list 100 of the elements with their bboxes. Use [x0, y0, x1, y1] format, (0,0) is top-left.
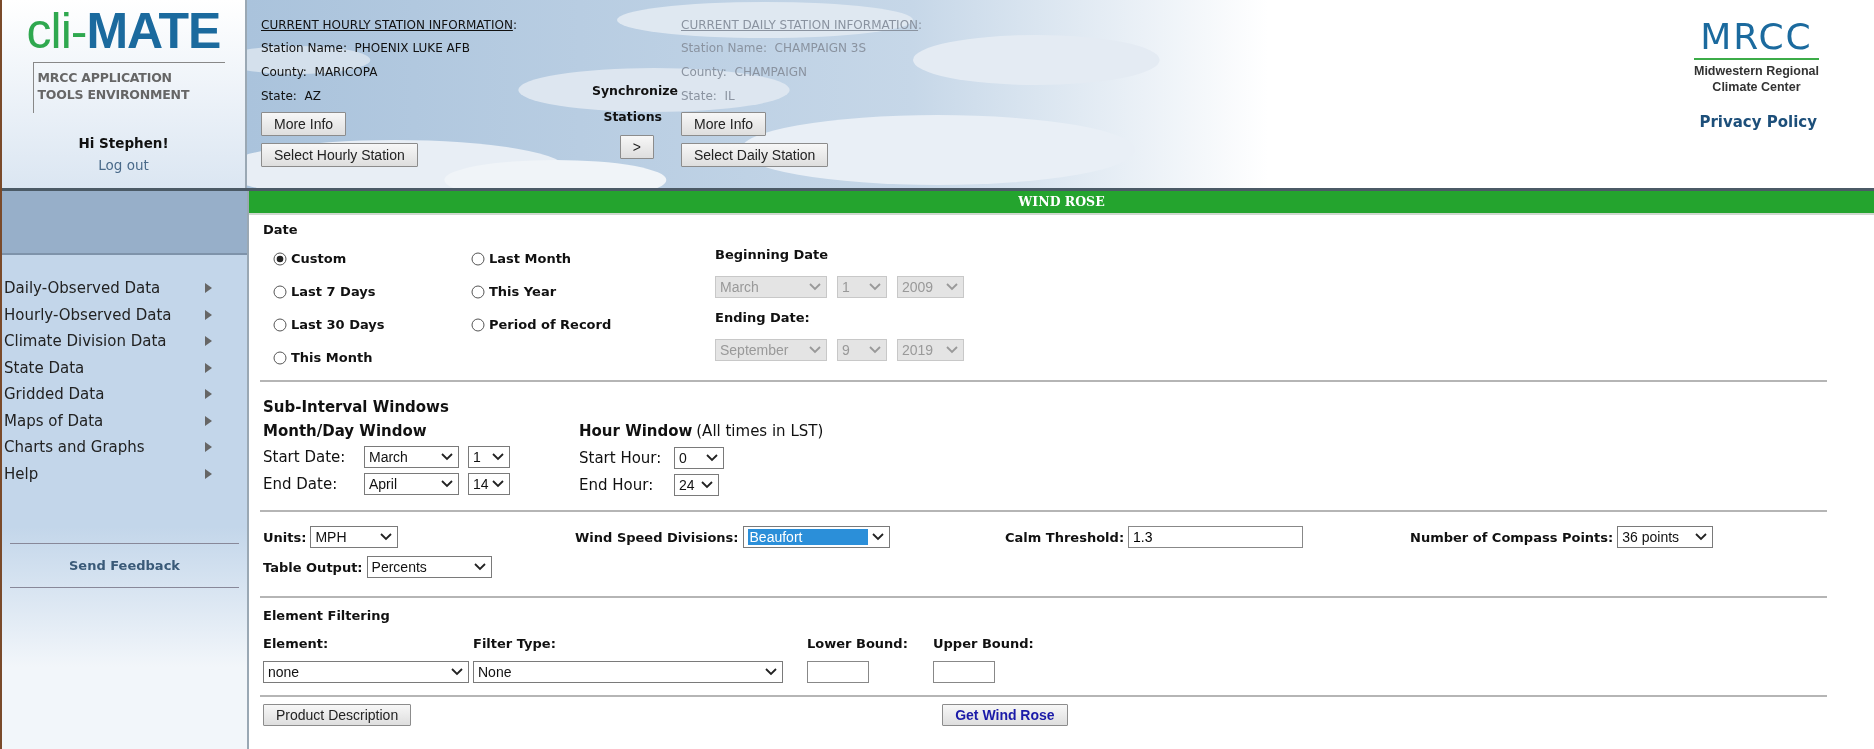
section-heading: Month/Day Window — [263, 421, 428, 442]
chevron-icon — [946, 345, 958, 354]
field-label: Upper Bound: — [933, 636, 1035, 651]
get-wind-rose-button[interactable]: Get Wind Rose — [942, 704, 1068, 726]
chevron-icon — [441, 452, 453, 461]
dropdown[interactable]: 0 — [674, 446, 724, 469]
input-field[interactable]: 1.3 — [1128, 526, 1304, 548]
input-field[interactable] — [933, 661, 995, 683]
field-label: End Hour: — [579, 475, 655, 494]
field-label: Calm Threshold: — [1005, 529, 1125, 545]
menu-item[interactable]: Charts and Graphs — [2, 434, 247, 461]
caret-icon — [205, 442, 212, 453]
radio-option[interactable]: This Year — [471, 275, 715, 308]
chevron-icon — [809, 282, 821, 291]
chevron-icon — [765, 668, 777, 676]
field-label: Beginning Date — [715, 246, 830, 264]
field-label: Number of Compass Points: — [1410, 529, 1614, 545]
chevron-icon — [701, 480, 713, 489]
chevron-icon — [492, 452, 504, 461]
org-logo: MRCC Midwestern Regional Climate Center — [1693, 18, 1819, 95]
section-heading: CURRENT HOURLY STATION INFORMATION: — [261, 17, 518, 34]
field-label: Ending Date: — [715, 309, 811, 327]
chevron-icon — [441, 479, 453, 488]
section-title-bar: WIND ROSE — [249, 191, 1874, 215]
menu-item[interactable]: Maps of Data — [2, 407, 247, 434]
field-label: Units: — [263, 529, 307, 545]
app-subtitle: MRCC APPLICATION TOOLS ENVIRONMENT — [32, 62, 225, 113]
more-info-button[interactable]: More Info — [681, 111, 767, 136]
section-heading: Hour Window — [579, 422, 693, 440]
logo: cli-MATE — [26, 8, 221, 54]
chevron-icon — [380, 533, 393, 541]
dropdown[interactable]: 14 — [468, 472, 510, 495]
menu-item[interactable]: Daily-Observed Data — [2, 275, 247, 302]
field-label: Table Output: — [263, 559, 363, 575]
menu-item[interactable]: Climate Division Data — [2, 328, 247, 355]
more-info-button[interactable]: More Info — [261, 111, 347, 136]
dropdown[interactable]: 24 — [674, 473, 719, 496]
radio-option[interactable]: Last 30 Days — [273, 308, 461, 341]
chevron-icon — [869, 345, 881, 354]
station-field: County: CHAMPAIGN — [681, 60, 1001, 84]
caret-icon — [205, 415, 212, 426]
select-station-button[interactable]: Select Hourly Station — [261, 142, 418, 167]
caret-icon — [205, 283, 212, 294]
dropdown[interactable]: March — [364, 445, 459, 468]
section-heading: Sub-Interval Windows — [263, 397, 450, 418]
caret-icon — [205, 389, 212, 400]
chevron-icon — [809, 345, 821, 354]
station-field: County: MARICOPA — [261, 60, 581, 84]
chevron-icon — [706, 453, 718, 462]
note-text: (All times in LST) — [696, 422, 824, 440]
station-field: State: IL — [681, 84, 1001, 108]
feedback-link[interactable]: Send Feedback — [69, 558, 180, 573]
dropdown[interactable]: Percents — [366, 556, 492, 578]
field-label: Lower Bound: — [807, 636, 909, 651]
chevron-icon — [1695, 533, 1708, 541]
radio-option[interactable]: Last 7 Days — [273, 275, 461, 308]
chevron-icon — [492, 479, 504, 488]
station-field: Station Name: CHAMPAIGN 3S — [681, 36, 1001, 60]
chevron-icon — [871, 533, 884, 541]
dropdown[interactable]: April — [364, 472, 459, 495]
field-label: Wind Speed Divisions: — [575, 529, 739, 545]
chevron-icon — [946, 282, 958, 291]
sync-button[interactable]: > — [619, 135, 654, 159]
product-description-button[interactable]: Product Description — [263, 704, 412, 726]
field-label: End Date: — [263, 474, 339, 493]
caret-icon — [205, 309, 212, 320]
caret-icon — [205, 336, 212, 347]
input-field[interactable] — [807, 661, 869, 683]
logout-link[interactable]: Log out — [98, 157, 149, 173]
greeting: Hi Stephen! — [78, 135, 169, 151]
field-label: Date — [263, 222, 299, 237]
dropdown[interactable]: none — [263, 661, 469, 683]
sync-label: Synchronize Stations — [591, 82, 678, 126]
dropdown[interactable]: None — [473, 661, 783, 683]
field-label: Start Date: — [263, 447, 347, 466]
station-field: Station Name: PHOENIX LUKE AFB — [261, 36, 581, 60]
field-label: Filter Type: — [473, 636, 557, 651]
radio-option[interactable]: Custom — [273, 242, 461, 275]
field-label: Element: — [263, 636, 330, 651]
dropdown[interactable]: 36 points — [1617, 526, 1714, 548]
radio-option[interactable]: This Month — [273, 341, 461, 374]
menu-item[interactable]: Hourly-Observed Data — [2, 301, 247, 328]
dropdown[interactable]: MPH — [310, 526, 399, 548]
radio-option[interactable]: Period of Record — [471, 308, 715, 341]
station-field: State: AZ — [261, 84, 581, 108]
caret-icon — [205, 468, 212, 479]
select-station-button[interactable]: Select Daily Station — [681, 142, 829, 167]
menu-item[interactable]: State Data — [2, 354, 247, 381]
chevron-icon — [451, 668, 463, 676]
section-heading: CURRENT DAILY STATION INFORMATION: — [681, 17, 924, 34]
section-heading: Element Filtering — [263, 608, 391, 623]
privacy-link[interactable]: Privacy Policy — [1699, 113, 1817, 131]
menu-item[interactable]: Help — [2, 460, 247, 487]
field-label: Start Hour: — [579, 448, 663, 467]
radio-option[interactable]: Last Month — [471, 242, 715, 275]
dropdown[interactable]: 1 — [468, 445, 510, 468]
chevron-icon — [473, 563, 486, 571]
chevron-icon — [869, 282, 881, 291]
menu-item[interactable]: Gridded Data — [2, 381, 247, 408]
caret-icon — [205, 362, 212, 373]
